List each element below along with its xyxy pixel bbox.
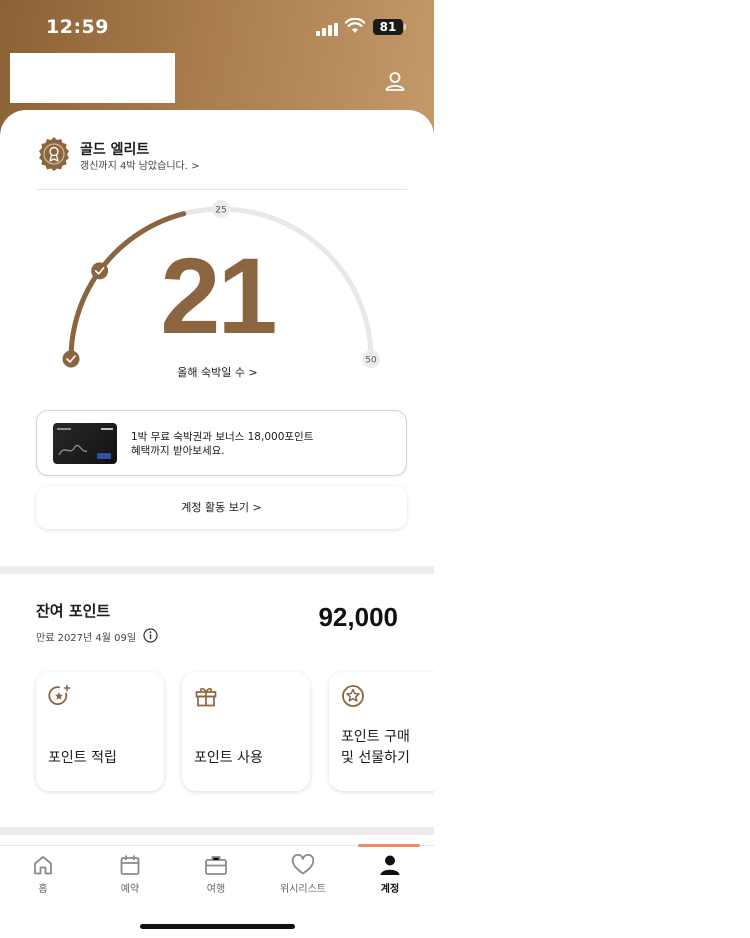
tab-reservations[interactable]: 예약 — [95, 854, 165, 904]
milestone-label-mid: 25 — [215, 206, 226, 216]
phone-screen: 12:59 81 골드 엘리트 갱신까지 4박 남았습니다. > 25 50 21… — [0, 0, 434, 938]
tier-name: 골드 엘리트 — [80, 142, 150, 158]
battery-indicator: 81 — [373, 19, 406, 35]
use-points-label: 포인트 사용 — [194, 750, 263, 766]
points-title: 잔여 포인트 — [36, 602, 111, 620]
tab-wishlist-label: 위시리스트 — [280, 884, 326, 895]
tab-account-label: 계정 — [380, 884, 400, 895]
tab-home-label: 홈 — [38, 884, 48, 895]
nights-this-year-link[interactable]: 올해 숙박일 수 > — [150, 364, 285, 380]
briefcase-icon — [205, 856, 227, 875]
points-balance: 92,000 — [318, 602, 398, 632]
points-expiry: 만료 2027년 4월 09일 — [36, 633, 137, 644]
use-points-tile[interactable]: 포인트 사용 — [182, 672, 310, 791]
tab-reservations-label: 예약 — [120, 884, 140, 895]
nights-count: 21 — [160, 235, 277, 356]
credit-card-promo[interactable]: 1박 무료 숙박권과 보너스 18,000포인트 혜택까지 받아보세요. — [36, 410, 407, 476]
promo-line-2: 혜택까지 받아보세요. — [131, 445, 225, 457]
tier-medal-icon — [39, 137, 69, 171]
home-icon — [34, 856, 52, 875]
tab-wishlist[interactable]: 위시리스트 — [268, 854, 338, 904]
promo-text: 1박 무료 숙박권과 보너스 18,000포인트 혜택까지 받아보세요. — [131, 430, 313, 458]
earn-points-label: 포인트 적립 — [48, 750, 117, 766]
tab-trips-label: 여행 — [206, 884, 226, 895]
cellular-signal-icon — [316, 23, 338, 36]
bottom-tab-bar: 홈 예약 여행 위시리스트 계정 — [0, 844, 434, 938]
profile-icon[interactable] — [384, 70, 406, 92]
info-icon[interactable] — [143, 628, 158, 643]
star-circle-icon — [342, 685, 364, 707]
buy-gift-points-label: 포인트 구매 및 선물하기 — [341, 729, 410, 766]
account-activity-button[interactable]: 계정 활동 보기 > — [36, 486, 407, 529]
calendar-icon — [120, 855, 140, 875]
home-indicator — [140, 924, 295, 929]
tab-account[interactable]: 계정 — [355, 854, 425, 904]
credit-card-image — [53, 423, 117, 464]
status-time: 12:59 — [46, 16, 109, 38]
tier-renewal-link[interactable]: 갱신까지 4박 남았습니다. > — [80, 157, 199, 172]
redacted-name-box — [10, 53, 175, 103]
milestone-start-marker — [62, 350, 80, 368]
heart-icon — [291, 854, 315, 875]
promo-line-1: 1박 무료 숙박권과 보너스 18,000포인트 — [131, 431, 314, 443]
tab-trips[interactable]: 여행 — [181, 854, 251, 904]
tab-home[interactable]: 홈 — [8, 854, 78, 904]
status-bar: 12:59 81 — [0, 0, 434, 56]
section-separator — [0, 566, 434, 574]
gift-icon — [195, 687, 217, 707]
person-icon — [380, 855, 400, 875]
sparkle-star-icon — [48, 684, 71, 705]
card-art-icon — [57, 428, 113, 459]
wifi-icon — [345, 18, 365, 33]
active-tab-indicator — [358, 844, 420, 847]
milestone-label-end: 50 — [365, 356, 377, 366]
buy-gift-points-tile[interactable]: 포인트 구매 및 선물하기 — [329, 672, 434, 791]
earn-points-tile[interactable]: 포인트 적립 — [36, 672, 164, 791]
section-separator — [0, 827, 434, 835]
milestone-reached-marker — [91, 262, 109, 280]
